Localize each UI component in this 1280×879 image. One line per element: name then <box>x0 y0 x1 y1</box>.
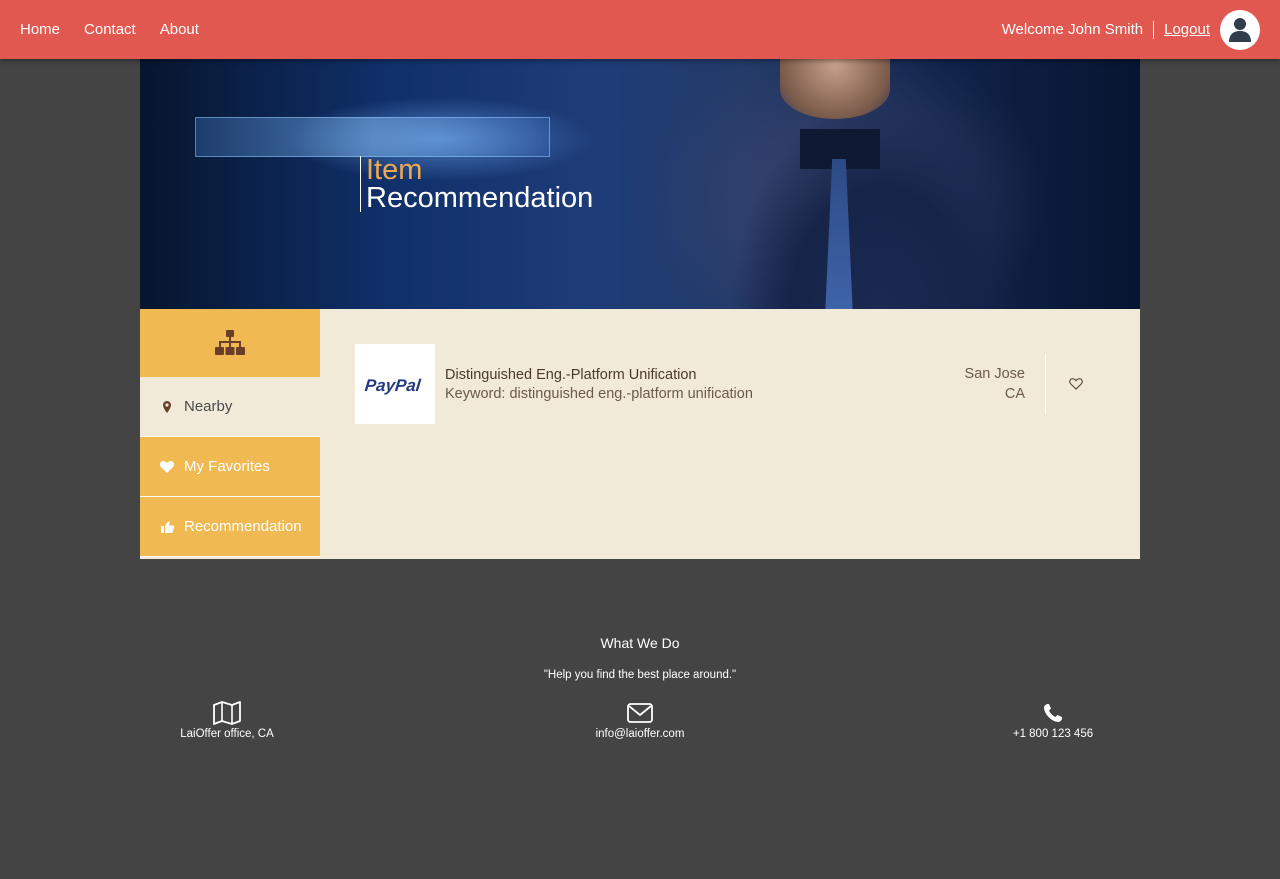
nav-link-home[interactable]: Home <box>20 21 60 38</box>
sidebar-item-my-favorites[interactable]: My Favorites <box>140 437 320 497</box>
hero-title: Item Recommendation <box>360 154 594 214</box>
sitemap-icon <box>215 330 245 355</box>
favorite-button[interactable] <box>1046 370 1105 398</box>
user-icon <box>1229 17 1251 42</box>
contact-address: LaiOffer office, CA <box>127 700 327 740</box>
nav-link-contact[interactable]: Contact <box>84 21 136 38</box>
contact-address-text: LaiOffer office, CA <box>180 728 274 740</box>
sidebar: Nearby My Favorites Recommendation <box>140 309 320 559</box>
footer-quote: "Help you find the best place around." <box>543 669 737 681</box>
logout-link[interactable]: Logout <box>1164 21 1210 38</box>
item-logo-text: PayPal <box>364 376 423 395</box>
contact-phone: +1 800 123 456 <box>953 700 1153 740</box>
footer: What We Do "Help you find the best place… <box>0 559 1280 879</box>
sidebar-item-label: Recommendation <box>184 518 302 535</box>
item-state: CA <box>1004 386 1025 402</box>
contact-email-text[interactable]: info@laioffer.com <box>540 728 740 740</box>
sidebar-item-label: My Favorites <box>184 458 270 475</box>
hero-title-line2: Recommendation <box>366 182 594 214</box>
list-item[interactable]: PayPal Distinguished Eng.-Platform Unifi… <box>355 344 1105 424</box>
sidebar-item-label: Nearby <box>184 398 233 415</box>
item-keyword: Keyword: distinguished eng.-platform uni… <box>445 386 753 402</box>
nav-links: Home Contact About <box>20 0 223 59</box>
avatar[interactable] <box>1220 9 1260 50</box>
heart-outline-icon <box>1068 378 1083 390</box>
top-nav: Home Contact About Welcome John Smith Lo… <box>0 0 1280 59</box>
map-marker-icon <box>160 400 174 413</box>
nav-user-area: Welcome John Smith Logout <box>1002 0 1260 59</box>
welcome-text: Welcome John Smith <box>1002 20 1155 39</box>
sidebar-header <box>140 309 320 377</box>
envelope-icon <box>627 703 653 723</box>
contact-phone-text: +1 800 123 456 <box>1012 728 1094 740</box>
item-city: San Jose <box>964 366 1025 382</box>
hero-search-graphic <box>195 117 550 157</box>
main-content: Nearby My Favorites Recommendation PayPa… <box>140 309 1140 559</box>
item-text: Distinguished Eng.-Platform Unification … <box>445 366 753 404</box>
contact-email: info@laioffer.com <box>540 700 740 740</box>
item-logo: PayPal <box>355 344 435 424</box>
map-icon <box>213 701 241 725</box>
hero-title-line1: Item <box>366 154 423 186</box>
item-name[interactable]: Distinguished Eng.-Platform Unification <box>445 366 753 385</box>
sidebar-item-recommendation[interactable]: Recommendation <box>140 497 320 557</box>
paypal-logo: PayPal <box>362 364 428 404</box>
footer-title: What We Do <box>600 635 680 651</box>
sidebar-item-nearby[interactable]: Nearby <box>140 377 320 437</box>
hero-banner: Item Recommendation <box>140 59 1140 309</box>
thumbs-up-icon <box>160 520 174 533</box>
hero-person-face <box>780 59 890 119</box>
heart-icon <box>160 460 174 473</box>
nav-link-about[interactable]: About <box>160 21 199 38</box>
item-location: San Jose CA <box>965 364 1025 404</box>
phone-icon <box>1044 704 1062 722</box>
